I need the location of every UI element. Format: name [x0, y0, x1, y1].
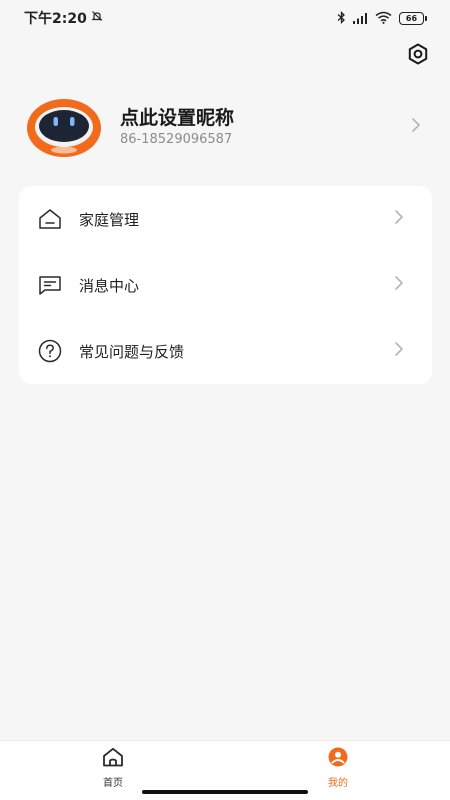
- home-icon: [37, 206, 63, 232]
- chevron-right-icon: [394, 209, 404, 229]
- message-icon: [37, 272, 63, 298]
- menu-item-faq-feedback[interactable]: 常见问题与反馈: [19, 318, 432, 384]
- bluetooth-icon: [337, 9, 346, 28]
- menu-item-label: 消息中心: [79, 276, 140, 295]
- settings-button[interactable]: [404, 42, 432, 70]
- chevron-right-icon: [394, 275, 404, 295]
- tab-home[interactable]: 首页: [83, 747, 143, 789]
- menu-item-message-center[interactable]: 消息中心: [19, 252, 432, 318]
- status-bar: 下午2:20 66: [0, 0, 450, 36]
- profile-header[interactable]: 点此设置昵称 86-18529096587: [0, 92, 450, 164]
- wifi-icon: [375, 9, 392, 28]
- chevron-right-icon: [394, 341, 404, 361]
- menu-item-label: 常见问题与反馈: [79, 342, 185, 361]
- battery-indicator: 66: [399, 11, 427, 25]
- help-icon: [37, 338, 63, 364]
- profile-tab-icon: [327, 747, 349, 771]
- home-tab-icon: [102, 747, 124, 771]
- avatar[interactable]: [26, 96, 102, 158]
- menu-item-label: 家庭管理: [79, 210, 140, 229]
- settings-icon: [407, 43, 429, 69]
- nickname-label: 点此设置昵称: [120, 107, 235, 129]
- chevron-right-icon: [411, 117, 421, 137]
- status-time: 下午2:20: [24, 11, 87, 27]
- cellular-signal-icon: [353, 9, 368, 28]
- menu-card: 家庭管理 消息中心 常见问题与反馈: [19, 186, 432, 384]
- tab-mine[interactable]: 我的: [308, 747, 368, 789]
- mute-icon: [91, 10, 103, 26]
- phone-number: 86-18529096587: [120, 132, 233, 147]
- menu-item-family-management[interactable]: 家庭管理: [19, 186, 432, 252]
- home-indicator[interactable]: [142, 790, 308, 794]
- tab-label: 我的: [328, 778, 348, 789]
- tab-label: 首页: [103, 778, 123, 789]
